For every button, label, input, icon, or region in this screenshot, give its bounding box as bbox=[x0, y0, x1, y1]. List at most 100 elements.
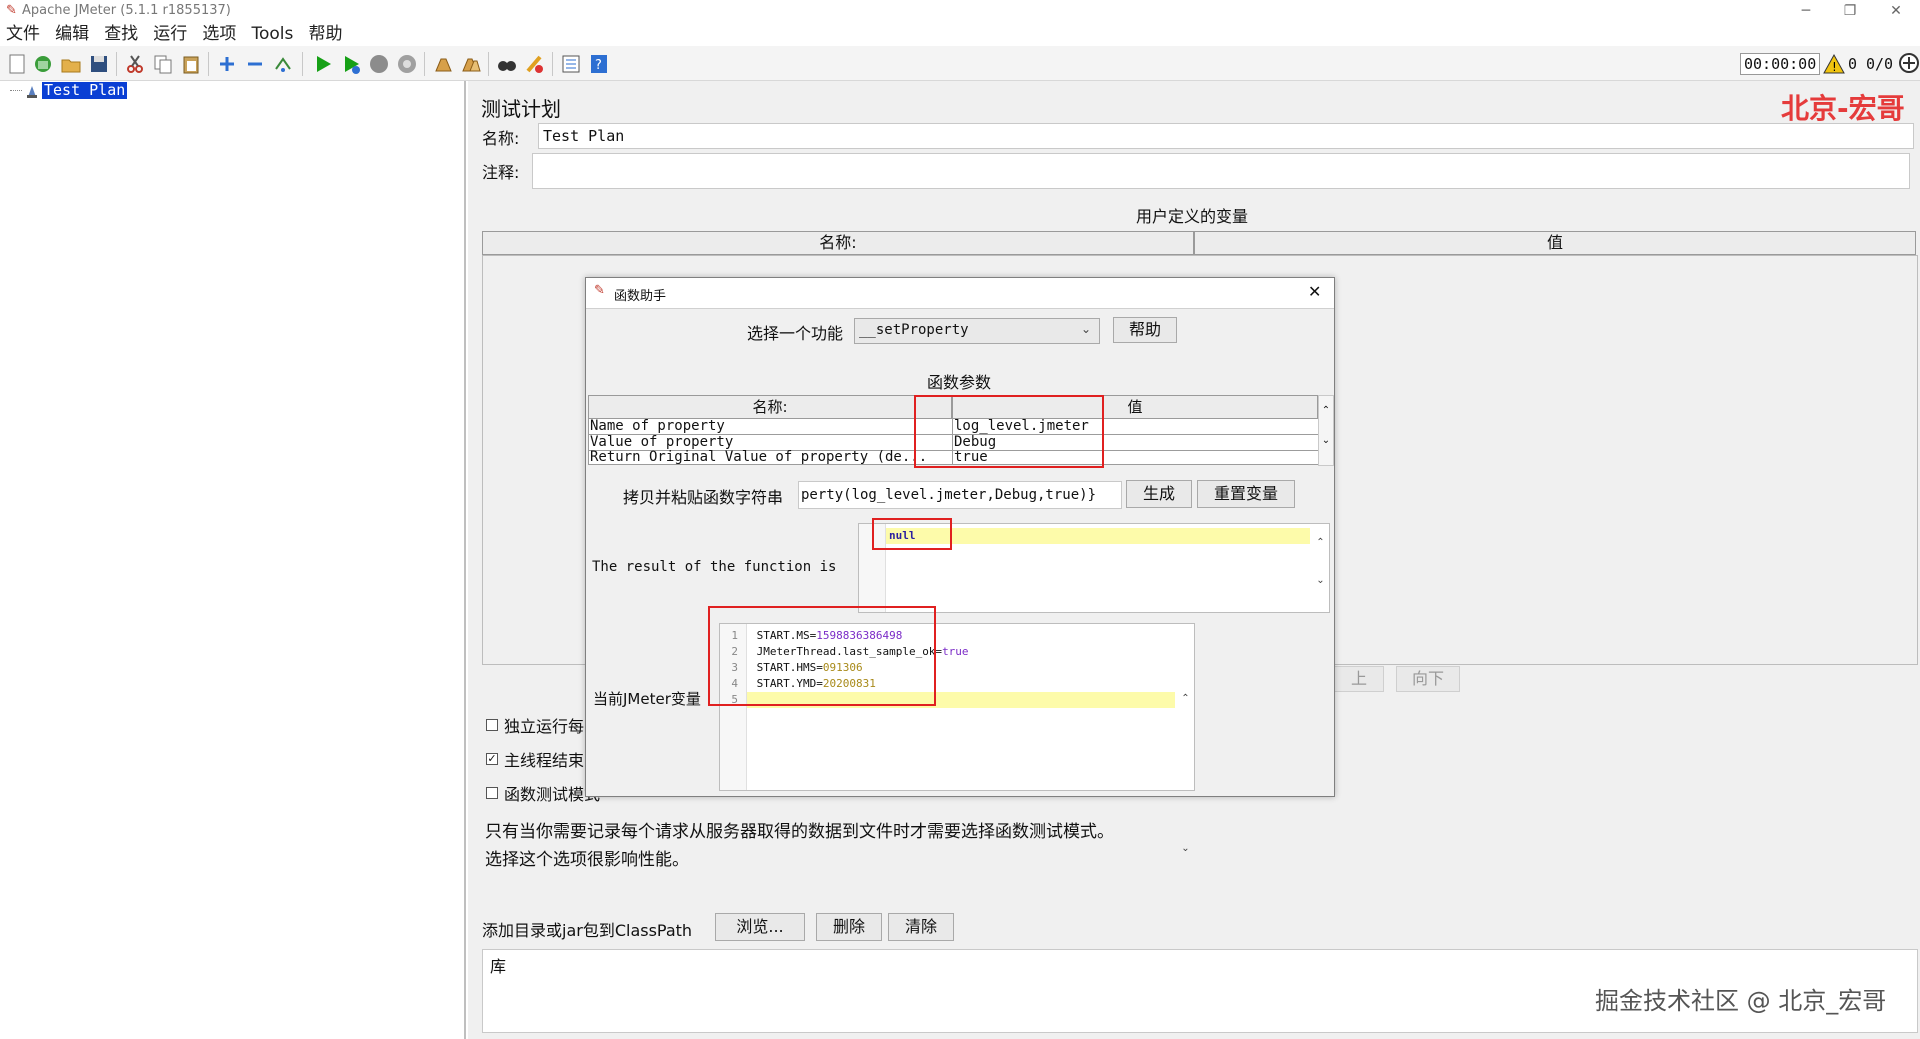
menu-bar: 文件 编辑 查找 运行 选项 Tools 帮助 bbox=[0, 22, 1920, 46]
test-plan-tree: Test Plan bbox=[0, 81, 466, 1039]
title-bar: ✎ Apache JMeter (5.1.1 r1855137) ─ ❐ ✕ bbox=[0, 0, 1920, 22]
paste-icon[interactable] bbox=[180, 53, 202, 75]
menu-edit[interactable]: 编辑 bbox=[55, 22, 89, 46]
menu-run[interactable]: 运行 bbox=[153, 22, 187, 46]
classpath-label: 添加目录或jar包到ClassPath bbox=[482, 921, 693, 940]
brand-watermark: 北京-宏哥 bbox=[1781, 92, 1905, 125]
variables-highlight-box bbox=[708, 606, 936, 706]
toolbar-separator bbox=[116, 52, 117, 76]
clear-icon[interactable] bbox=[432, 53, 454, 75]
restore-button[interactable]: ❐ bbox=[1830, 0, 1870, 22]
param-name: Return Original Value of property (de... bbox=[590, 449, 928, 465]
param-name: Value of property bbox=[590, 434, 734, 450]
menu-options[interactable]: 选项 bbox=[202, 22, 236, 46]
teardown-on-shutdown-checkbox[interactable]: ✓ bbox=[486, 753, 498, 765]
result-scrollbar[interactable]: ⌃ ⌄ bbox=[1313, 524, 1328, 612]
function-helper-dialog: ✎ 函数助手 ✕ 选择一个功能 __setProperty ⌄ 帮助 函数参数 … bbox=[585, 277, 1335, 854]
functional-test-mode-checkbox[interactable] bbox=[486, 787, 498, 799]
vars-scrollbar[interactable]: ⌃ ⌄ bbox=[1178, 624, 1193, 854]
toolbar: ? 00:00:00 ! 0 0/0 bbox=[0, 46, 1920, 81]
collapse-icon[interactable] bbox=[244, 53, 266, 75]
menu-file[interactable]: 文件 bbox=[6, 22, 40, 46]
menu-help[interactable]: 帮助 bbox=[308, 22, 342, 46]
variables-col-name: 名称: bbox=[482, 231, 1194, 255]
page-title: 测试计划 bbox=[481, 97, 561, 121]
result-label: The result of the function is bbox=[592, 559, 837, 575]
choose-function-label: 选择一个功能 bbox=[747, 324, 844, 343]
clear-button[interactable]: 清除 bbox=[888, 913, 954, 941]
var-value: true bbox=[942, 645, 969, 658]
elapsed-timer: 00:00:00 bbox=[1740, 53, 1821, 75]
teardown-on-shutdown-label: 主线程结束 bbox=[504, 751, 585, 770]
comment-field[interactable] bbox=[532, 153, 1910, 189]
start-no-pauses-icon[interactable] bbox=[340, 53, 362, 75]
functional-mode-note-1: 只有当你需要记录每个请求从服务器取得的数据到文件时才需要选择函数测试模式。 bbox=[485, 822, 1114, 842]
new-icon[interactable] bbox=[6, 53, 28, 75]
templates-icon[interactable] bbox=[32, 53, 54, 75]
params-scrollbar[interactable]: ⌃ ⌄ bbox=[1318, 395, 1334, 466]
dialog-title: 函数助手 bbox=[614, 289, 667, 304]
copy-paste-label: 拷贝并粘贴函数字符串 bbox=[623, 488, 784, 507]
variables-col-value: 值 bbox=[1194, 231, 1916, 255]
expand-icon[interactable] bbox=[216, 53, 238, 75]
function-helper-icon[interactable] bbox=[560, 53, 582, 75]
window-title: Apache JMeter (5.1.1 r1855137) bbox=[22, 3, 231, 18]
help-button[interactable]: 帮助 bbox=[1113, 317, 1177, 343]
tree-node-test-plan[interactable]: Test Plan bbox=[42, 82, 128, 99]
params-highlight-box bbox=[914, 395, 1104, 468]
move-up-button[interactable]: 上 bbox=[1334, 666, 1384, 692]
copy-icon[interactable] bbox=[152, 53, 174, 75]
toolbar-separator bbox=[424, 52, 425, 76]
param-name: Name of property bbox=[590, 418, 725, 434]
comment-label: 注释: bbox=[482, 163, 520, 182]
name-label: 名称: bbox=[482, 129, 520, 148]
jmeter-logo-icon: ✎ bbox=[6, 3, 17, 18]
svg-text:?: ? bbox=[595, 58, 602, 73]
function-string-field[interactable]: perty(log_level.jmeter,Debug,true)} bbox=[798, 481, 1122, 509]
remote-status-icon bbox=[1898, 52, 1920, 78]
open-icon[interactable] bbox=[60, 53, 82, 75]
toolbar-separator bbox=[302, 52, 303, 76]
reset-search-icon[interactable] bbox=[524, 53, 546, 75]
active-threads: 0/0 bbox=[1866, 55, 1894, 73]
minimize-button[interactable]: ─ bbox=[1786, 0, 1826, 22]
dialog-jmeter-icon: ✎ bbox=[594, 283, 605, 298]
warning-icon[interactable]: ! bbox=[1823, 53, 1845, 79]
name-field[interactable]: Test Plan bbox=[538, 123, 1914, 149]
reset-variables-button[interactable]: 重置变量 bbox=[1197, 480, 1295, 508]
cut-icon[interactable] bbox=[124, 53, 146, 75]
variables-title: 用户定义的变量 bbox=[1136, 207, 1249, 226]
move-down-button[interactable]: 向下 bbox=[1396, 666, 1460, 692]
shutdown-icon[interactable] bbox=[396, 53, 418, 75]
test-plan-node-icon bbox=[24, 83, 40, 103]
browse-button[interactable]: 浏览... bbox=[715, 913, 805, 941]
save-icon[interactable] bbox=[88, 53, 110, 75]
stop-icon[interactable] bbox=[368, 53, 390, 75]
warning-count: 0 bbox=[1848, 55, 1858, 73]
library-header: 库 bbox=[490, 957, 507, 976]
functional-mode-note-2: 选择这个选项很影响性能。 bbox=[485, 850, 689, 870]
chevron-down-icon: ⌄ bbox=[1081, 322, 1092, 336]
dialog-titlebar bbox=[586, 278, 1334, 309]
start-icon[interactable] bbox=[312, 53, 334, 75]
toolbar-separator bbox=[552, 52, 553, 76]
toolbar-separator bbox=[208, 52, 209, 76]
close-window-button[interactable]: ✕ bbox=[1876, 0, 1916, 22]
footer-watermark: 掘金技术社区 @ 北京_宏哥 bbox=[1595, 987, 1887, 1015]
menu-search[interactable]: 查找 bbox=[104, 22, 138, 46]
clear-all-icon[interactable] bbox=[460, 53, 482, 75]
params-col-name: 名称: bbox=[588, 395, 952, 419]
toolbar-separator bbox=[488, 52, 489, 76]
serialize-thread-groups-checkbox[interactable] bbox=[486, 719, 498, 731]
dialog-close-button[interactable]: ✕ bbox=[1308, 282, 1321, 301]
search-icon[interactable] bbox=[496, 53, 518, 75]
tree-connector bbox=[10, 90, 22, 91]
menu-tools[interactable]: Tools bbox=[251, 22, 293, 46]
function-params-title: 函数参数 bbox=[927, 373, 992, 392]
function-select[interactable]: __setProperty ⌄ bbox=[854, 318, 1100, 344]
function-select-value: __setProperty bbox=[859, 322, 969, 338]
delete-button[interactable]: 删除 bbox=[816, 913, 882, 941]
help-icon[interactable]: ? bbox=[588, 53, 610, 75]
generate-button[interactable]: 生成 bbox=[1126, 480, 1192, 508]
toggle-icon[interactable] bbox=[272, 53, 294, 75]
